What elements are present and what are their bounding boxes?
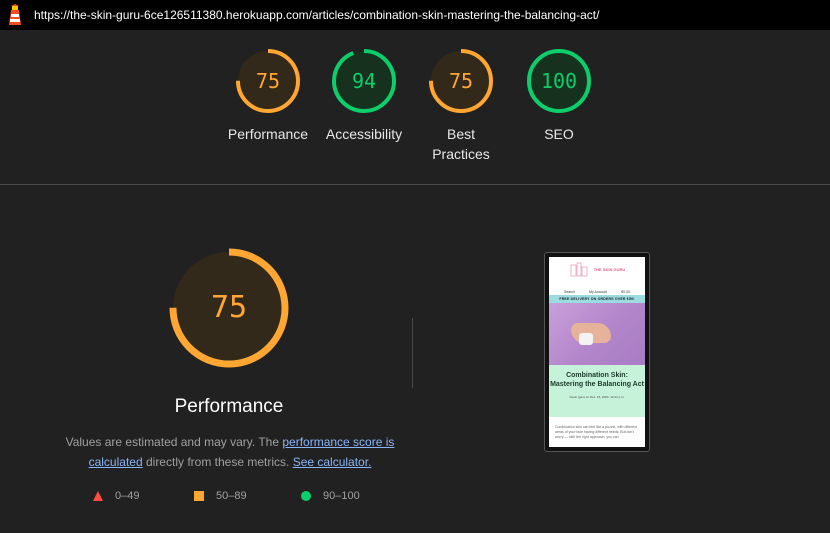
legend-average: 50–89 [194,490,247,502]
gauge-performance[interactable]: 75 Performance [220,48,316,144]
article-title: Combination Skin: Mastering the Balancin… [550,372,644,388]
article-date: Kevin (gen) on Dec. 15, 2024, 12:41 p.m. [569,395,625,399]
article-body: Combination skin can feel like a puzzle,… [555,425,638,439]
performance-score: 75 [210,290,248,325]
nav-cart: €0.00 [621,290,630,294]
gauge-label: Performance [227,126,309,142]
screenshot-content: THE SKIN GURU Search My Account €0.00 FR… [549,257,645,447]
triangle-icon [93,491,103,501]
gauge-best-practices[interactable]: 75 Best Practices [413,48,509,164]
gauge-score: 94 [351,69,377,93]
circle-icon [301,491,311,501]
site-brand: THE SKIN GURU [593,266,626,272]
gauge-score: 75 [255,69,281,93]
article-header: Combination Skin: Mastering the Balancin… [549,365,645,417]
gauge-accessibility[interactable]: 94 Accessibility [316,48,412,144]
nav-account: My Account [589,290,608,294]
vertical-divider [412,318,413,388]
legend-range: 50–89 [216,490,247,502]
browser-bar: https://the-skin-guru-6ce126511380.herok… [0,0,830,30]
legend-range: 0–49 [115,490,140,502]
performance-gauge: 75 [168,247,290,369]
lighthouse-icon [0,0,30,30]
delivery-banner: FREE DELIVERY ON ORDERS OVER €50! [549,295,645,303]
performance-title: Performance [174,396,284,417]
url-text[interactable]: https://the-skin-guru-6ce126511380.herok… [34,8,599,22]
legend-range: 90–100 [323,490,360,502]
page-screenshot[interactable]: THE SKIN GURU Search My Account €0.00 FR… [544,252,650,452]
score-legend: 0–49 50–89 90–100 [0,490,460,506]
nav-search: Search [564,290,576,294]
see-calculator-link[interactable]: See calculator. [293,455,372,469]
section-divider [0,184,830,185]
desc-middle: directly from these metrics. [142,455,293,469]
gauge-score: 75 [448,69,474,93]
site-nav: Search My Account €0.00 [549,281,645,295]
performance-description: Values are estimated and may vary. The p… [60,432,400,472]
gauge-label: Best Practices [432,126,490,162]
summary-gauges: 75 Performance 94 Accessibility 75 Best … [0,48,830,168]
hero-image [549,303,645,365]
legend-pass: 90–100 [301,490,360,502]
site-logo: THE SKIN GURU [549,257,645,281]
skincare-bottles-icon [570,262,588,277]
legend-fail: 0–49 [93,490,139,502]
gauge-seo[interactable]: 100 SEO [511,48,607,144]
gauge-score: 100 [540,69,578,93]
square-icon [194,491,204,501]
desc-prefix: Values are estimated and may vary. The [65,435,283,449]
gauge-label: Accessibility [325,126,403,142]
gauge-label: SEO [544,126,574,142]
